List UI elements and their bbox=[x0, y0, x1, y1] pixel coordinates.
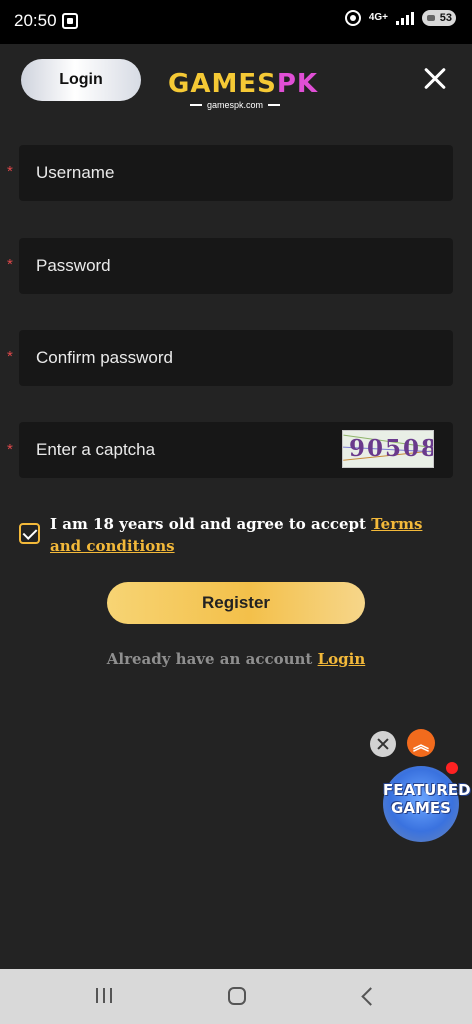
battery-icon: 53 bbox=[422, 10, 456, 26]
captcha-placeholder: Enter a captcha bbox=[36, 440, 156, 459]
password-field[interactable]: Password bbox=[19, 238, 453, 294]
gamespk-logo: GAMESPK gamespk.com bbox=[168, 69, 317, 110]
featured-games-button[interactable]: FEATURED GAMES bbox=[383, 762, 471, 842]
logo-domain: gamespk.com bbox=[168, 100, 302, 110]
home-icon[interactable] bbox=[228, 987, 246, 1005]
captcha-code: 90508 bbox=[349, 435, 434, 462]
android-nav-bar bbox=[0, 969, 472, 1024]
username-field[interactable]: Username bbox=[19, 145, 453, 201]
password-placeholder: Password bbox=[36, 256, 111, 275]
featured-label-line1: FEATURED bbox=[383, 781, 471, 799]
already-account-text: Already have an account Login bbox=[0, 650, 472, 668]
network-type: 4G+ bbox=[368, 12, 388, 23]
agree-checkbox[interactable] bbox=[19, 523, 40, 544]
screen-record-icon bbox=[62, 13, 78, 29]
confirm-password-field[interactable]: Confirm password bbox=[19, 330, 453, 386]
already-account-label: Already have an account bbox=[106, 650, 318, 668]
agree-text: I am 18 years old and agree to accept Te… bbox=[50, 513, 450, 557]
required-marker: * bbox=[7, 441, 13, 458]
notification-dot bbox=[446, 762, 458, 774]
featured-label-line2: GAMES bbox=[391, 799, 451, 817]
required-marker: * bbox=[7, 256, 13, 273]
login-tab-button[interactable]: Login bbox=[21, 59, 141, 101]
username-placeholder: Username bbox=[36, 163, 115, 182]
status-icons: 4G+ 53 bbox=[344, 10, 456, 26]
required-marker: * bbox=[7, 163, 13, 180]
login-link[interactable]: Login bbox=[318, 650, 366, 668]
agree-statement: I am 18 years old and agree to accept bbox=[50, 515, 372, 533]
register-button[interactable]: Register bbox=[107, 582, 365, 624]
confirm-password-placeholder: Confirm password bbox=[36, 348, 173, 367]
hotspot-icon bbox=[344, 10, 361, 26]
logo-text-pk: PK bbox=[276, 69, 319, 99]
captcha-field[interactable]: Enter a captcha 90508 bbox=[19, 422, 453, 478]
scroll-up-icon[interactable]: ︽ bbox=[407, 729, 435, 757]
close-float-icon[interactable] bbox=[370, 731, 396, 757]
close-icon[interactable] bbox=[420, 64, 450, 94]
required-marker: * bbox=[7, 348, 13, 365]
status-time: 20:50 bbox=[14, 11, 57, 30]
logo-text-games: GAMES bbox=[168, 69, 277, 99]
battery-level: 53 bbox=[439, 12, 452, 24]
header: Login GAMESPK gamespk.com bbox=[0, 44, 472, 124]
back-icon[interactable] bbox=[361, 987, 380, 1006]
recent-apps-icon[interactable] bbox=[96, 988, 112, 1003]
signal-icon bbox=[396, 11, 414, 25]
featured-games-label: FEATURED GAMES bbox=[383, 781, 471, 817]
captcha-image[interactable]: 90508 bbox=[342, 430, 434, 468]
status-bar: 20:50 4G+ 53 bbox=[0, 0, 472, 44]
